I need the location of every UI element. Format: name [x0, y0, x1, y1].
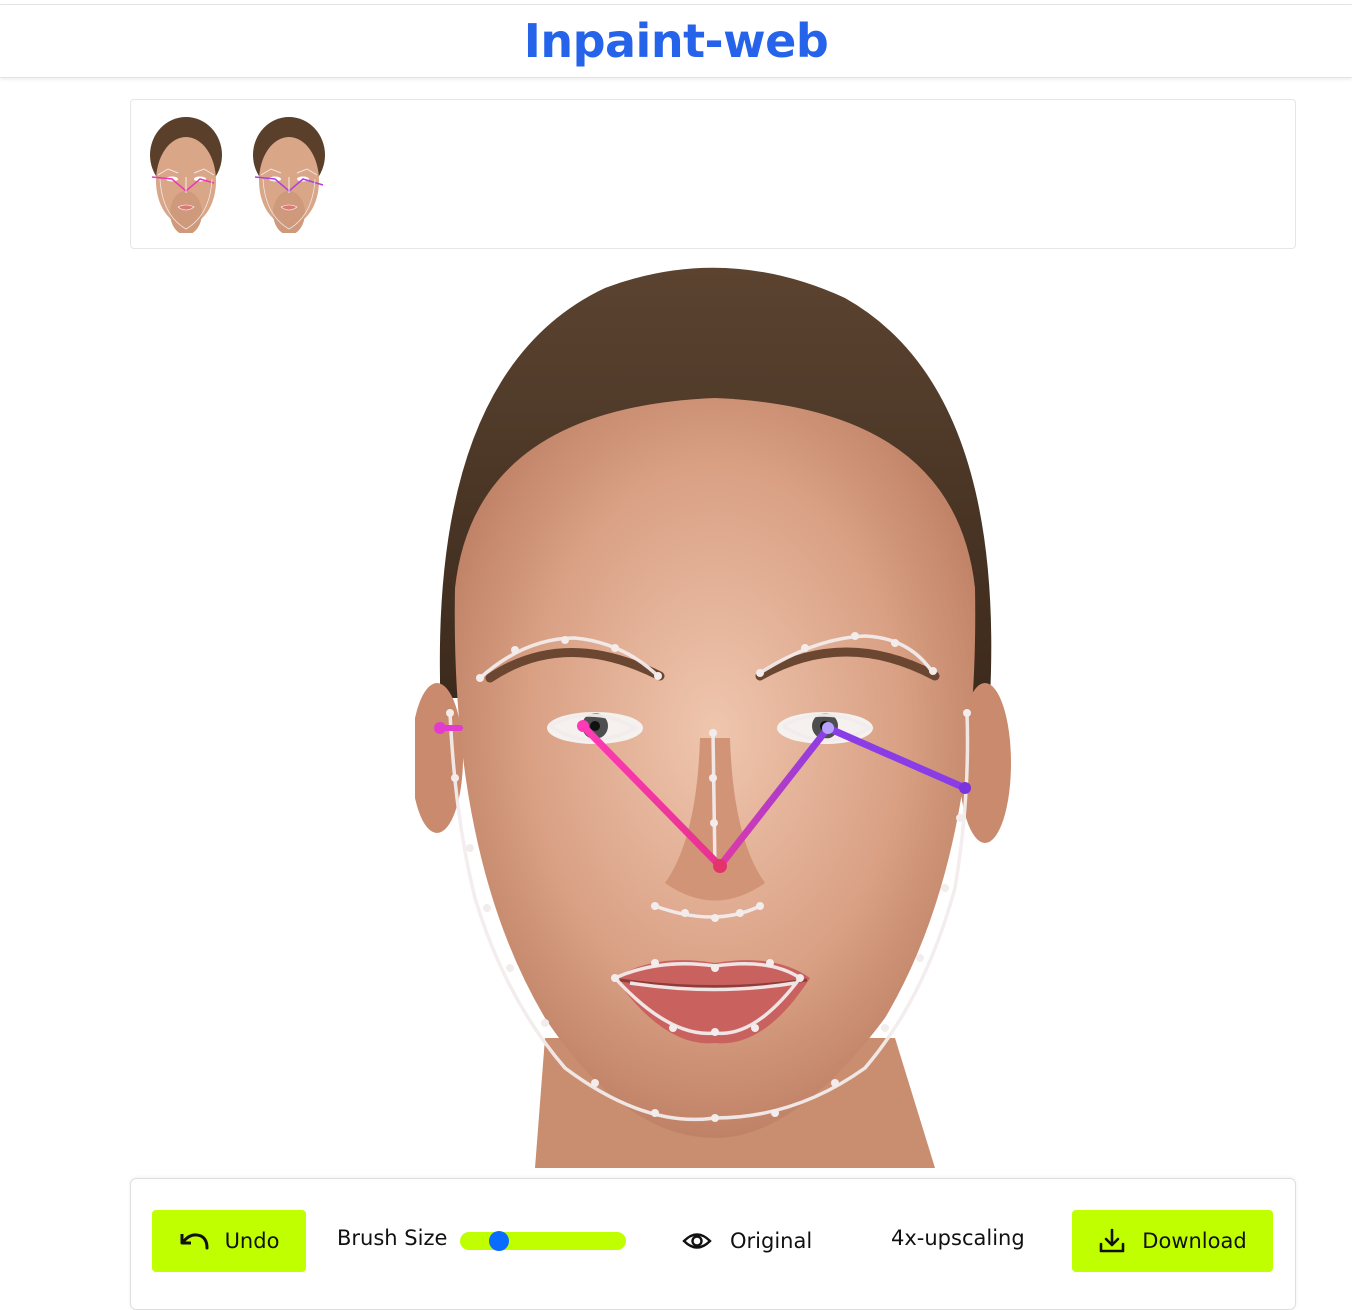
editor-canvas[interactable] — [415, 258, 1015, 1168]
brush-size-slider[interactable] — [460, 1231, 626, 1251]
face-thumbnail-image — [148, 115, 224, 233]
brush-size-slider-thumb[interactable] — [489, 1231, 510, 1251]
original-label: Original — [730, 1229, 813, 1253]
app-header: Inpaint-web — [0, 4, 1352, 78]
download-icon — [1098, 1228, 1126, 1254]
history-thumbnail-2[interactable] — [251, 115, 327, 233]
history-thumbnail-1[interactable] — [148, 115, 224, 233]
show-original-toggle[interactable]: Original — [682, 1219, 812, 1263]
face-image-with-landmarks — [415, 267, 1011, 1168]
face-thumbnail-image — [251, 115, 327, 233]
brush-size-label: Brush Size — [337, 1226, 448, 1250]
upscale-button[interactable]: 4x-upscaling — [891, 1226, 1025, 1250]
eye-icon — [682, 1230, 712, 1252]
app-title: Inpaint-web — [523, 14, 829, 68]
undo-label: Undo — [224, 1229, 280, 1253]
image-history-panel — [130, 99, 1296, 249]
undo-button[interactable]: Undo — [152, 1210, 306, 1272]
download-button[interactable]: Download — [1072, 1210, 1273, 1272]
undo-arrow-icon — [179, 1230, 209, 1252]
download-label: Download — [1142, 1229, 1247, 1253]
editor-toolbar: Undo Brush Size Original 4x-upscaling Do… — [130, 1178, 1296, 1310]
